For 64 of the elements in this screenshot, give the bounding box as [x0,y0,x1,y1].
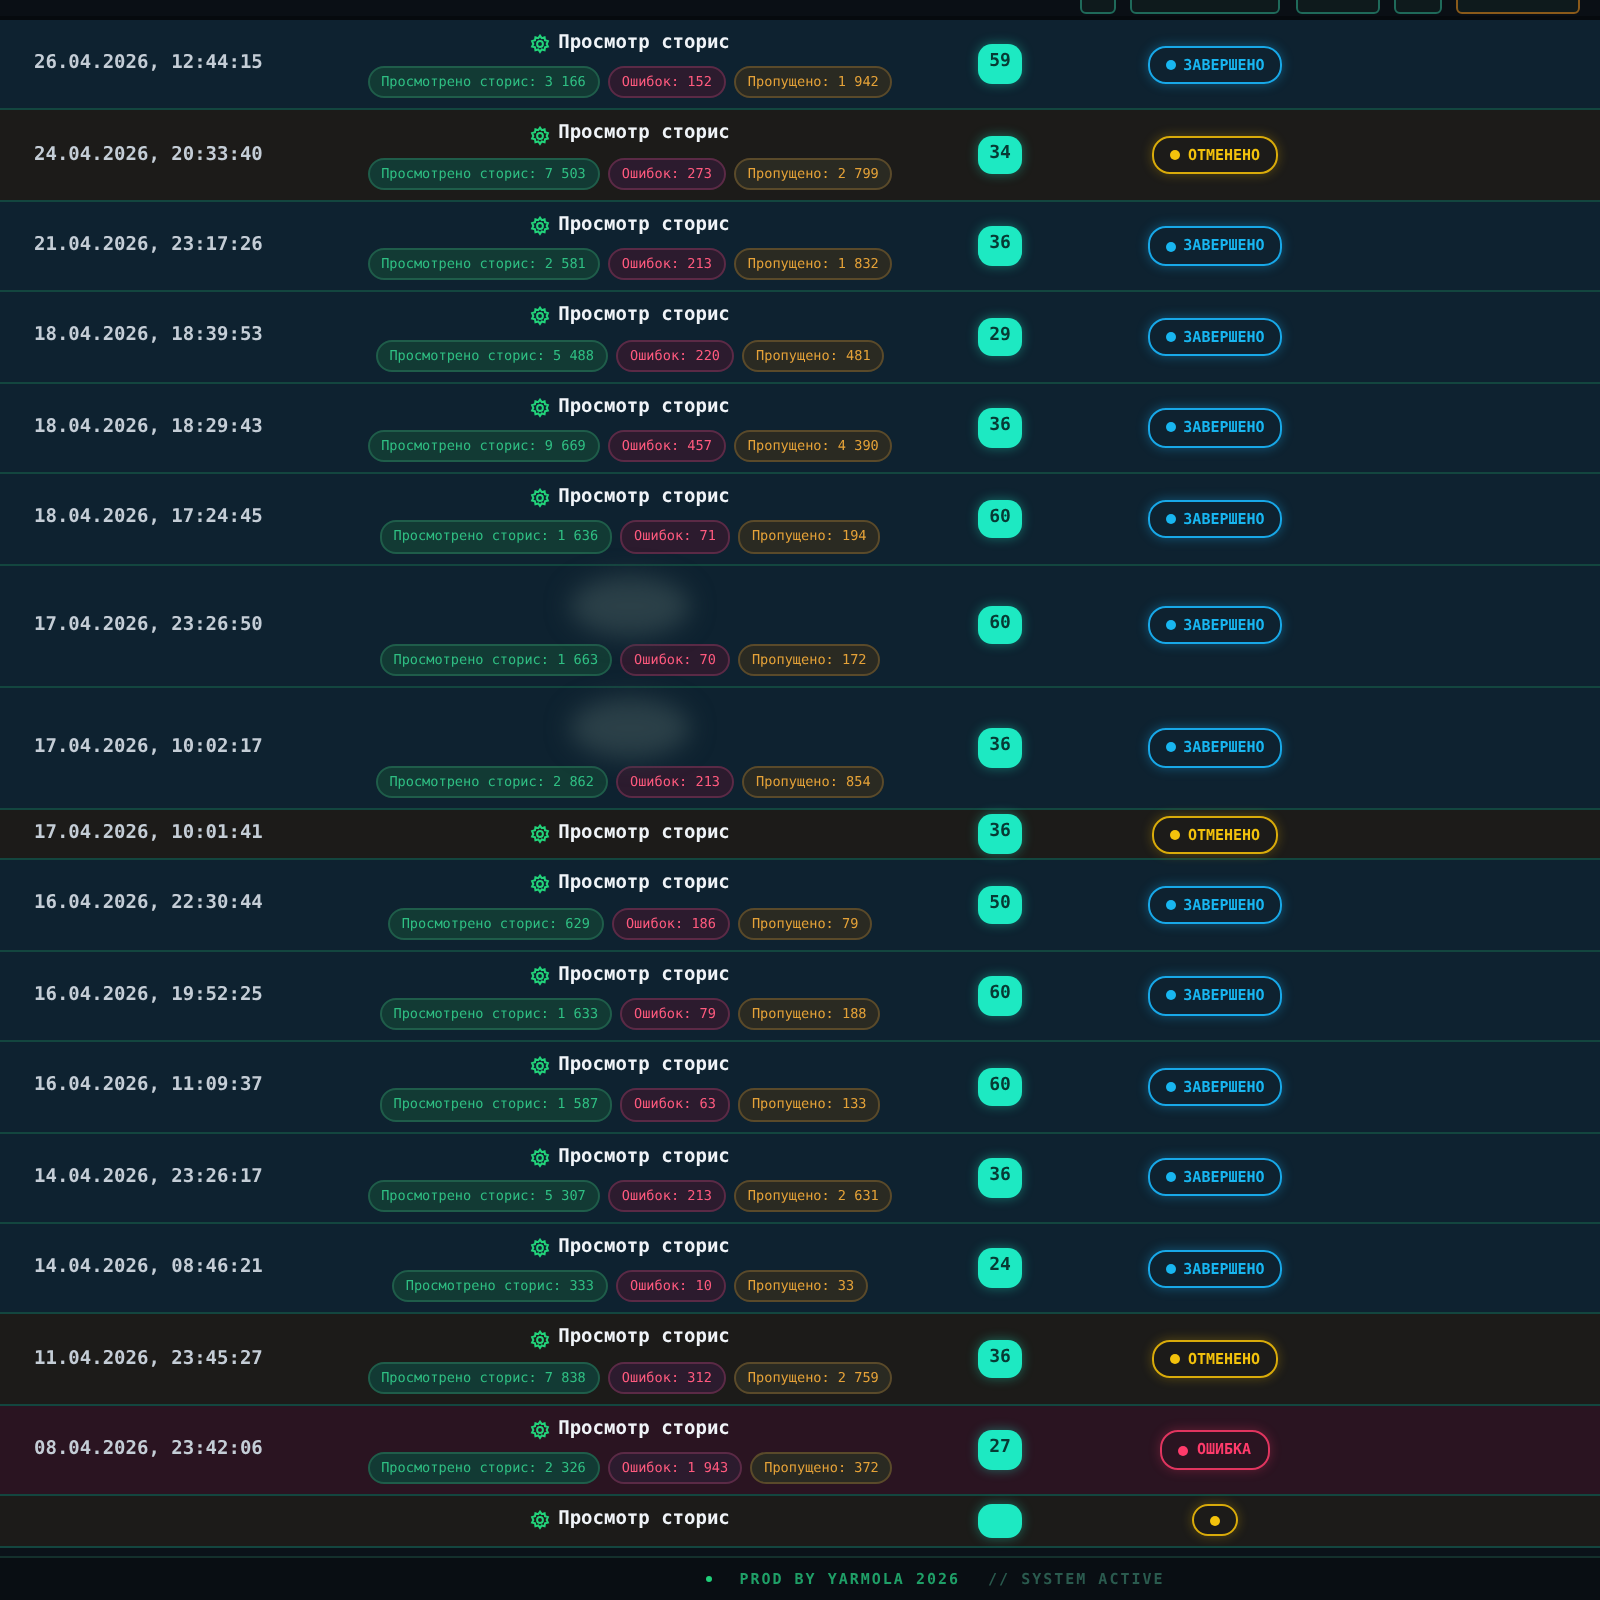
task-title: Просмотр сторис [558,1143,730,1172]
task-title: Просмотр сторис [558,1324,730,1353]
gear-icon [530,397,551,418]
task-title: Просмотр сторис [558,870,730,899]
gear-icon [530,1147,551,1168]
date-time-text: 18.04.2026, 18:29:43 [32,413,265,442]
date-time-text: 17.04.2026, 10:02:17 [32,733,265,762]
count-badge: 36 [977,1339,1023,1379]
gear-icon [530,965,551,986]
task-title: Просмотр сторис [558,820,730,848]
count-badge: 60 [977,499,1023,539]
date-time-text: 18.04.2026, 17:24:45 [32,504,265,533]
date-time-text: 18.04.2026, 18:39:53 [32,322,265,351]
count-badge: 36 [977,814,1023,854]
task-title: Просмотр сторис [558,1234,730,1262]
gear-icon [530,1420,551,1440]
gear-icon [530,824,551,845]
date-time-text: 24.04.2026, 20:33:40 [32,141,265,170]
date-time-text: 14.04.2026, 08:46:21 [32,1254,265,1283]
gear-icon [530,874,551,895]
count-badge: 50 [977,885,1023,925]
count-badge: 60 [977,976,1023,1016]
count-badge: 36 [977,1158,1023,1198]
count-badge: 60 [977,605,1023,645]
status-dot-icon [705,1576,712,1582]
task-title: Просмотр сторис [558,961,730,990]
count-badge: 60 [977,1067,1023,1107]
count-badge: 59 [977,44,1023,84]
task-title: Просмотр сторис [558,1415,730,1444]
task-title: Просмотр сторис [558,30,730,58]
task-title: Просмотр сторис [558,393,730,422]
date-time-text: 16.04.2026, 19:52:25 [32,981,265,1010]
count-badge [978,1503,1022,1538]
date-time-text: 21.04.2026, 23:17:26 [32,231,265,260]
task-title: Просмотр сторис [558,302,730,331]
date-time-text: 16.04.2026, 22:30:44 [32,890,265,919]
task-title: Просмотр сторис [558,1052,730,1081]
date-time-text: 11.04.2026, 23:45:27 [32,1345,265,1374]
count-badge: 36 [977,408,1023,448]
date-time-text: 17.04.2026, 10:01:41 [32,820,265,848]
count-badge: 29 [977,317,1023,357]
count-badge: 27 [977,1430,1023,1470]
gear-icon [530,125,551,146]
task-title: Просмотр сторис [558,484,730,513]
gear-icon [530,306,551,327]
gear-icon [530,34,551,55]
gear-icon [530,488,551,509]
date-time-text: 26.04.2026, 12:44:15 [32,50,265,79]
gear-icon [530,1510,551,1531]
date-time-text: 17.04.2026, 23:26:50 [32,611,265,640]
count-badge: 24 [977,1248,1023,1288]
count-badge: 36 [977,226,1023,266]
gear-icon [530,1329,551,1350]
date-time-text: 14.04.2026, 23:26:17 [32,1163,265,1192]
task-title: Просмотр сторис [558,1506,730,1535]
count-badge: 34 [977,135,1023,175]
date-time-text: 08.04.2026, 23:42:06 [32,1435,265,1464]
count-badge: 36 [977,728,1023,768]
task-title: Просмотр сторис [558,211,730,240]
gear-icon [530,1056,551,1077]
date-time-text: 16.04.2026, 11:09:37 [32,1072,265,1101]
gear-icon [530,216,551,236]
gear-icon [530,1238,551,1259]
task-title: Просмотр сторис [558,120,730,149]
